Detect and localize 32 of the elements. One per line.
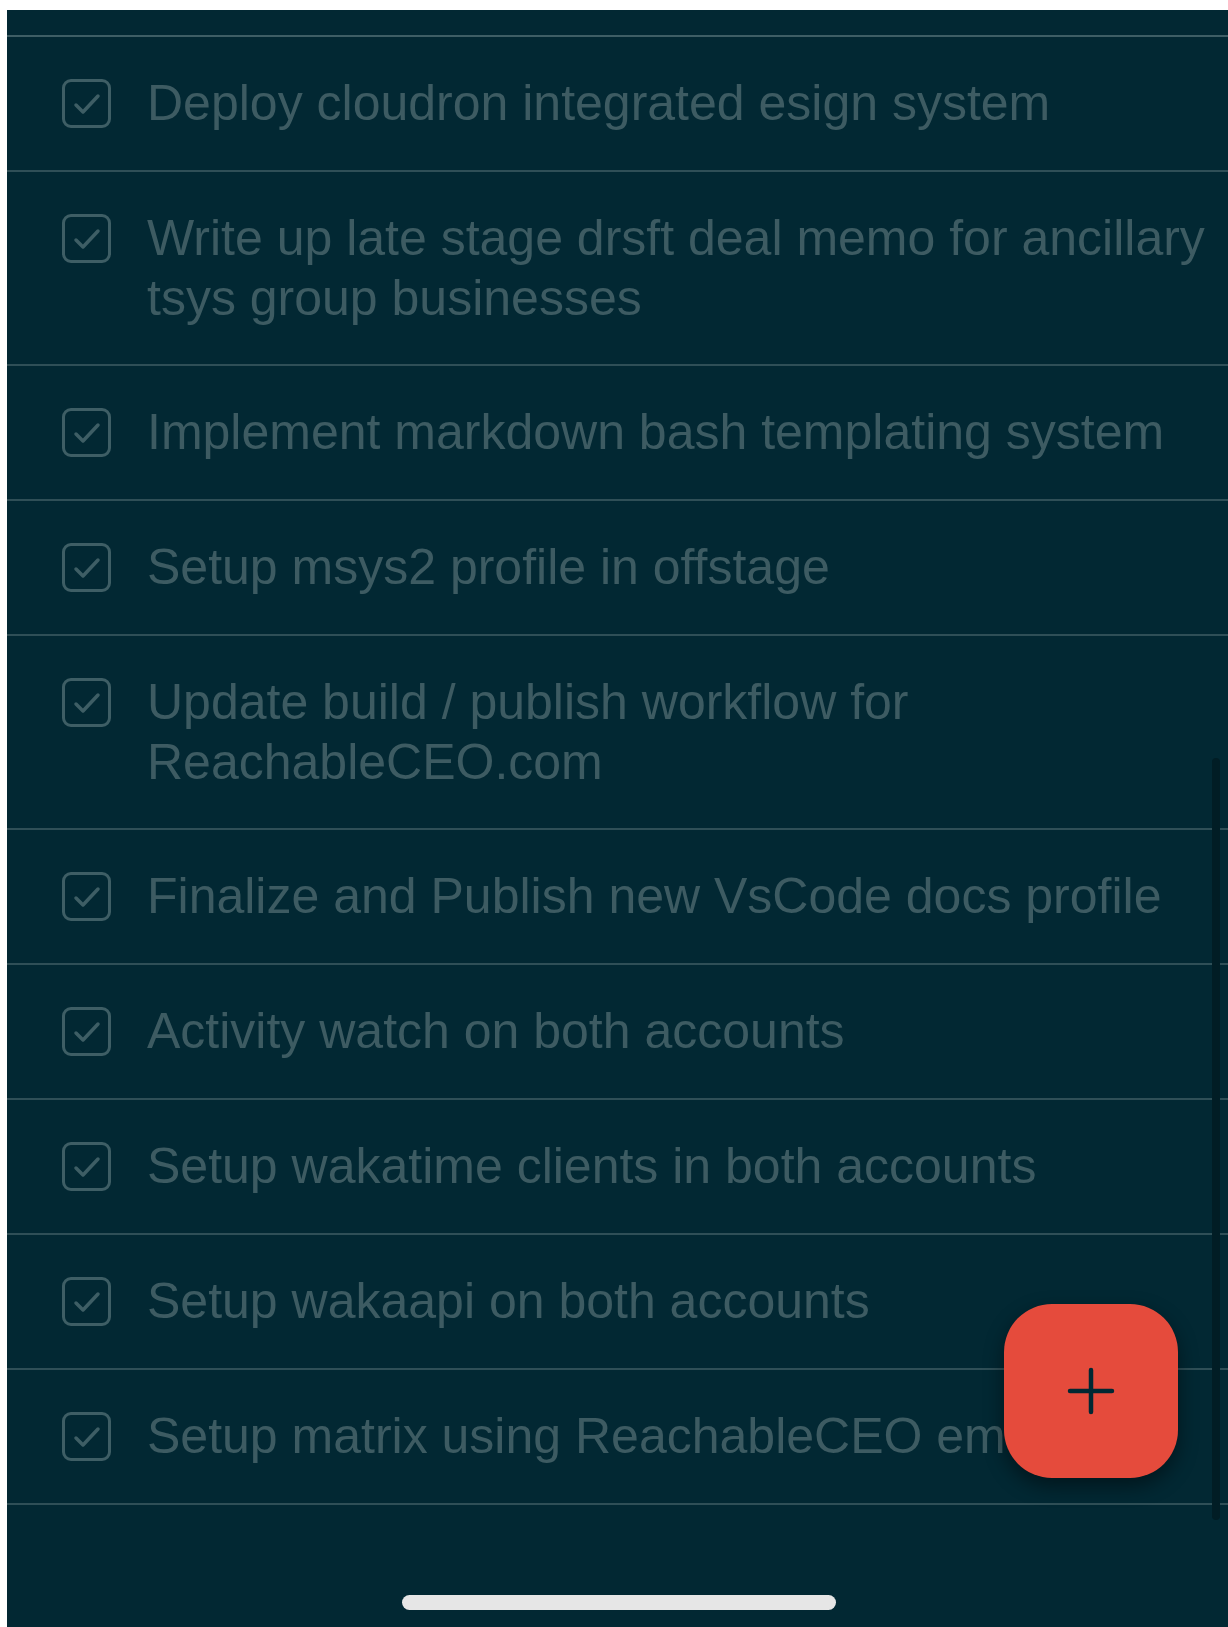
checkbox[interactable] <box>62 1412 111 1461</box>
task-text: Write up late stage drsft deal memo for ancillary tsys group businesses <box>147 209 1206 328</box>
task-text: Setup matrix using ReachableCEO em <box>147 1407 1006 1466</box>
checkbox[interactable] <box>62 872 111 921</box>
checkmark-icon <box>72 1290 101 1313</box>
checkmark-icon <box>72 691 101 714</box>
checkmark-icon <box>72 227 101 250</box>
checkbox[interactable] <box>62 1142 111 1191</box>
plus-icon <box>1067 1367 1115 1415</box>
checkbox[interactable] <box>62 1007 111 1056</box>
checkbox[interactable] <box>62 543 111 592</box>
checkbox[interactable] <box>62 79 111 128</box>
task-text: Update build / publish workflow for ReachableCEO.com <box>147 673 910 792</box>
checkmark-icon <box>72 1155 101 1178</box>
checkmark-icon <box>72 1020 101 1043</box>
checkmark-icon <box>72 885 101 908</box>
checkbox[interactable] <box>62 408 111 457</box>
task-text: Implement markdown bash templating system <box>147 403 1165 462</box>
checkbox[interactable] <box>62 214 111 263</box>
task-text: Activity watch on both accounts <box>147 1002 845 1061</box>
task-text: Setup wakaapi on both accounts <box>147 1272 870 1331</box>
checkmark-icon <box>72 1425 101 1448</box>
add-button[interactable] <box>1004 1304 1178 1478</box>
task-text: Setup msys2 profile in offstage <box>147 538 830 597</box>
task-text: Setup wakatime clients in both accounts <box>147 1137 1037 1196</box>
checkmark-icon <box>72 421 101 444</box>
checkbox[interactable] <box>62 678 111 727</box>
checkmark-icon <box>72 92 101 115</box>
task-text: Deploy cloudron integrated esign system <box>147 74 1051 133</box>
checkmark-icon <box>72 556 101 579</box>
checkbox[interactable] <box>62 1277 111 1326</box>
task-text: Finalize and Publish new VsCode docs profile <box>147 867 1162 926</box>
